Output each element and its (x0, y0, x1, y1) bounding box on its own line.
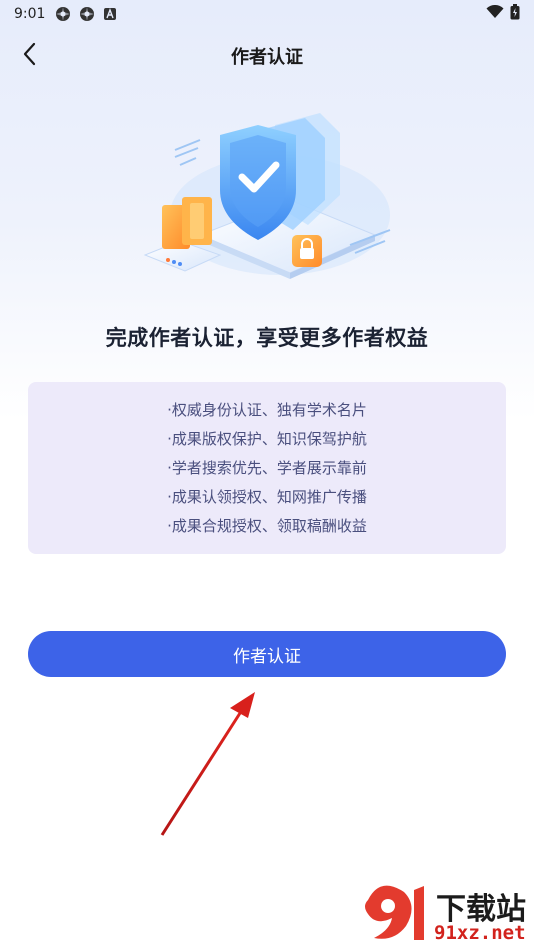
shield-check-illustration (143, 113, 391, 279)
battery-icon (510, 4, 520, 24)
benefit-item: ·学者搜索优先、学者展示靠前 (167, 459, 367, 477)
watermark-domain: 91xz.net (434, 922, 526, 944)
author-verify-button[interactable]: 作者认证 (28, 631, 506, 677)
benefit-item: ·成果合规授权、领取稿酬收益 (167, 517, 367, 535)
headline: 完成作者认证，享受更多作者权益 (105, 326, 429, 350)
a-badge-icon (103, 7, 117, 21)
gear-icon (79, 6, 95, 22)
page-title: 作者认证 (231, 47, 303, 68)
status-right (486, 4, 520, 24)
status-bar: 9:01 (0, 0, 534, 28)
benefit-item: ·成果版权保护、知识保驾护航 (167, 430, 367, 448)
gear-icon (55, 6, 71, 22)
benefit-item: ·成果认领授权、知网推广传播 (167, 488, 367, 506)
nav-bar: 作者认证 (0, 36, 534, 76)
hero-illustration (140, 105, 400, 295)
wifi-icon (486, 4, 504, 23)
status-time: 9:01 (14, 6, 46, 22)
annotation-arrow-icon (160, 692, 255, 836)
back-button[interactable] (14, 40, 46, 72)
benefits-card: ·权威身份认证、独有学术名片 ·成果版权保护、知识保驾护航 ·学者搜索优先、学者… (28, 382, 506, 554)
chevron-left-icon (22, 42, 38, 70)
benefit-item: ·权威身份认证、独有学术名片 (167, 401, 367, 419)
